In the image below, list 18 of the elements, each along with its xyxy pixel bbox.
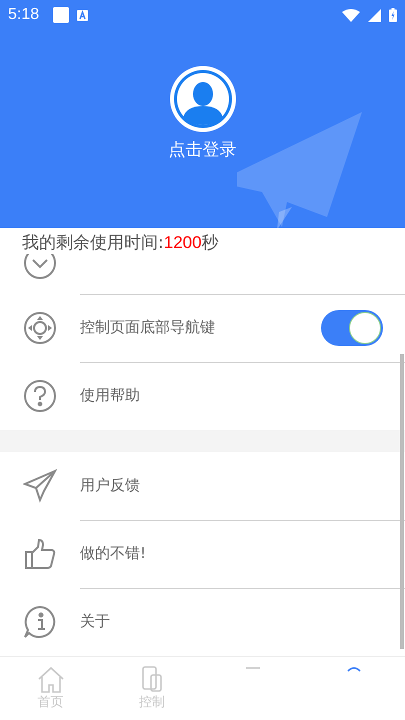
help-icon (23, 378, 57, 413)
setting-label[interactable]: 用户反馈 (80, 476, 405, 496)
notification-icon (77, 10, 88, 20)
info-icon (23, 604, 57, 639)
paper-plane-icon (23, 468, 57, 503)
setting-label[interactable]: 做的不错! (80, 544, 405, 564)
status-time: 5:18 (8, 6, 40, 24)
move-icon (23, 310, 57, 345)
wifi-icon (342, 8, 360, 22)
notification-icon (53, 7, 70, 23)
login-link[interactable]: 点击登录 (168, 138, 236, 161)
setting-label[interactable]: 关于 (80, 612, 405, 632)
signal-icon (368, 8, 381, 22)
thumbs-up-icon (23, 536, 57, 571)
battery-icon (389, 8, 397, 22)
setting-label[interactable]: 控制页面底部导航键 (80, 318, 321, 338)
setting-label[interactable]: 使用帮助 (80, 386, 405, 406)
toggle-switch[interactable] (321, 310, 383, 346)
